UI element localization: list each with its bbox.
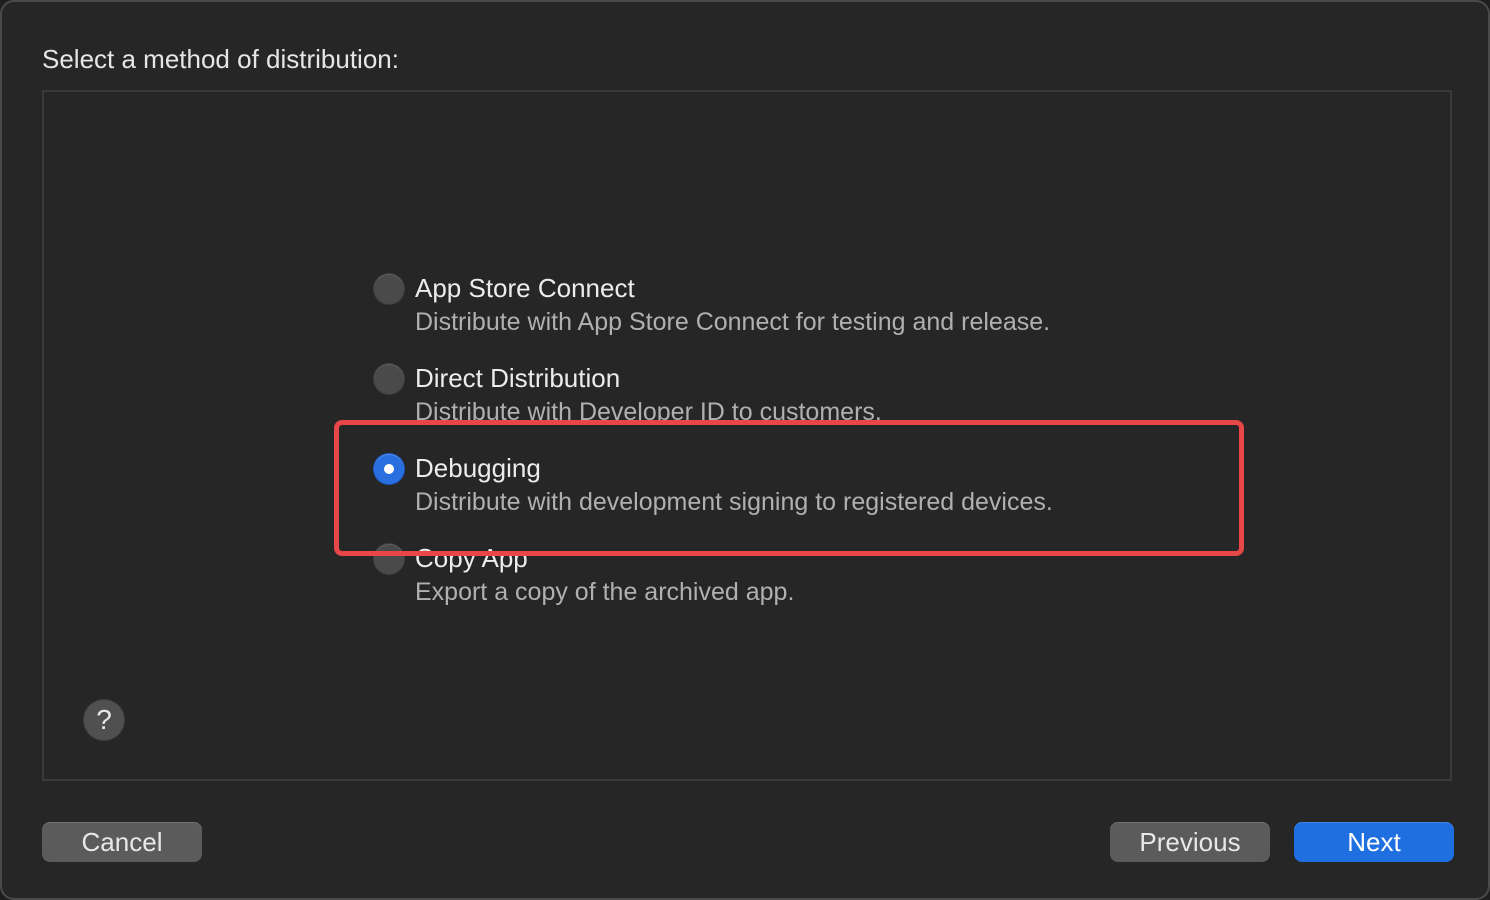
option-title: Direct Distribution [415,363,621,393]
previous-button[interactable]: Previous [1110,822,1270,862]
radio-debugging[interactable] [374,454,404,484]
radio-copy-app[interactable] [374,544,404,574]
option-debugging[interactable]: Debugging Distribute with development si… [374,444,1194,524]
radio-app-store-connect[interactable] [374,274,404,304]
option-description: Distribute with development signing to r… [415,488,1053,516]
option-direct-distribution[interactable]: Direct Distribution Distribute with Deve… [374,354,1194,434]
option-app-store-connect[interactable]: App Store Connect Distribute with App St… [374,264,1194,344]
option-title: Debugging [415,453,541,483]
distribution-dialog: Select a method of distribution: App Sto… [0,0,1490,900]
radio-direct-distribution[interactable] [374,364,404,394]
option-description: Export a copy of the archived app. [415,578,795,606]
option-title: App Store Connect [415,273,635,303]
next-button[interactable]: Next [1294,822,1454,862]
question-mark-icon[interactable]: ? [84,700,124,740]
option-title: Copy App [415,543,528,573]
dialog-heading: Select a method of distribution: [42,44,399,74]
distribution-options-panel [42,90,1452,781]
cancel-button[interactable]: Cancel [42,822,202,862]
option-description: Distribute with Developer ID to customer… [415,398,882,426]
option-copy-app[interactable]: Copy App Export a copy of the archived a… [374,534,1194,614]
option-description: Distribute with App Store Connect for te… [415,308,1051,336]
